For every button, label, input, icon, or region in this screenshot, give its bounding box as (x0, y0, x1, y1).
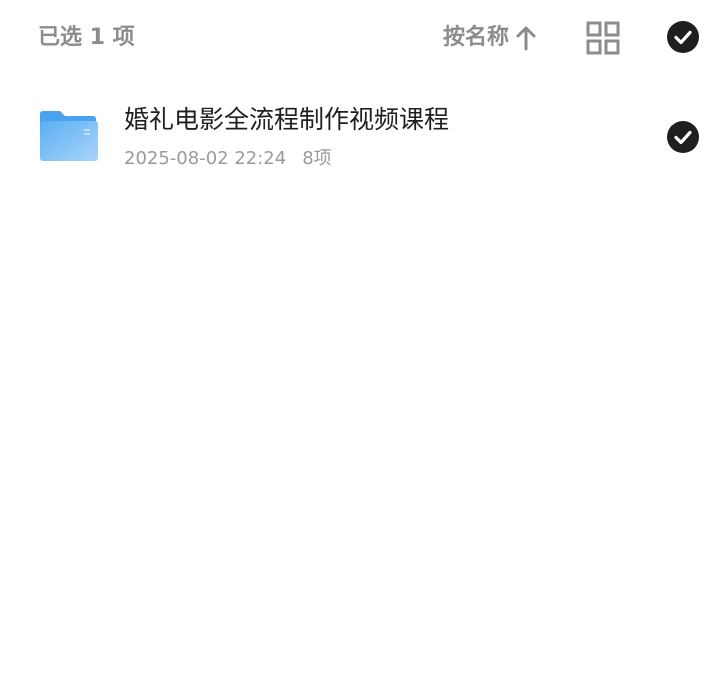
file-meta: 2025-08-02 22:24 8项 (124, 146, 332, 172)
sort-label: 按名称 (443, 25, 510, 50)
select-all-check-icon[interactable] (667, 21, 699, 53)
file-row[interactable]: 婚礼电影全流程制作视频课程 2025-08-02 22:24 8项 (0, 96, 714, 182)
arrow-up-icon (516, 26, 536, 51)
sort-by-name-button[interactable]: 按名称 (443, 22, 537, 54)
file-name: 婚礼电影全流程制作视频课程 (124, 105, 450, 134)
row-selected-check-icon[interactable] (667, 121, 699, 153)
file-modified-date: 2025-08-02 22:24 (124, 148, 287, 169)
folder-icon (40, 111, 98, 161)
selected-count-label: 已选 1 项 (38, 25, 135, 50)
file-item-count: 8项 (302, 148, 332, 169)
grid-view-icon[interactable] (586, 21, 620, 55)
selection-toolbar: 已选 1 项 按名称 (0, 0, 714, 76)
